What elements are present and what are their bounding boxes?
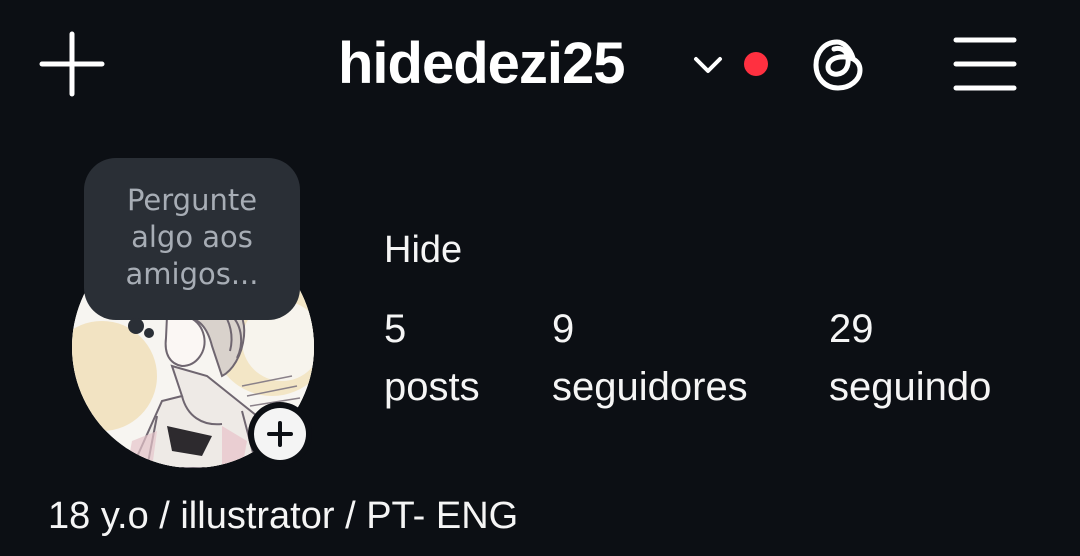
create-button[interactable] <box>38 30 106 98</box>
plus-icon <box>39 31 105 97</box>
followers-label[interactable]: seguidores <box>552 362 748 412</box>
display-name: Hide <box>384 229 463 271</box>
following-count[interactable]: 29 <box>829 304 874 354</box>
profile-bio: 18 y.o / illustrator / PT- ENG <box>48 495 519 537</box>
posts-count[interactable]: 5 <box>384 304 406 354</box>
threads-button[interactable] <box>806 32 872 98</box>
plus-icon <box>267 421 293 447</box>
threads-icon <box>813 39 863 91</box>
notification-dot <box>744 52 768 76</box>
chevron-down-icon <box>694 57 722 73</box>
account-username[interactable]: hidedezi25 <box>338 30 626 98</box>
menu-button[interactable] <box>950 32 1020 96</box>
account-switcher-button[interactable] <box>688 48 728 82</box>
note-bubble[interactable]: Pergunte algo aos amigos... <box>84 158 300 320</box>
note-bubble-tail <box>144 328 154 338</box>
note-bubble-tail <box>128 318 144 334</box>
followers-count[interactable]: 9 <box>552 304 574 354</box>
add-story-button[interactable] <box>248 402 312 466</box>
posts-label[interactable]: posts <box>384 362 480 412</box>
note-placeholder: Pergunte algo aos amigos... <box>125 183 259 291</box>
following-label[interactable]: seguindo <box>829 362 991 412</box>
hamburger-menu-icon <box>953 37 1017 91</box>
